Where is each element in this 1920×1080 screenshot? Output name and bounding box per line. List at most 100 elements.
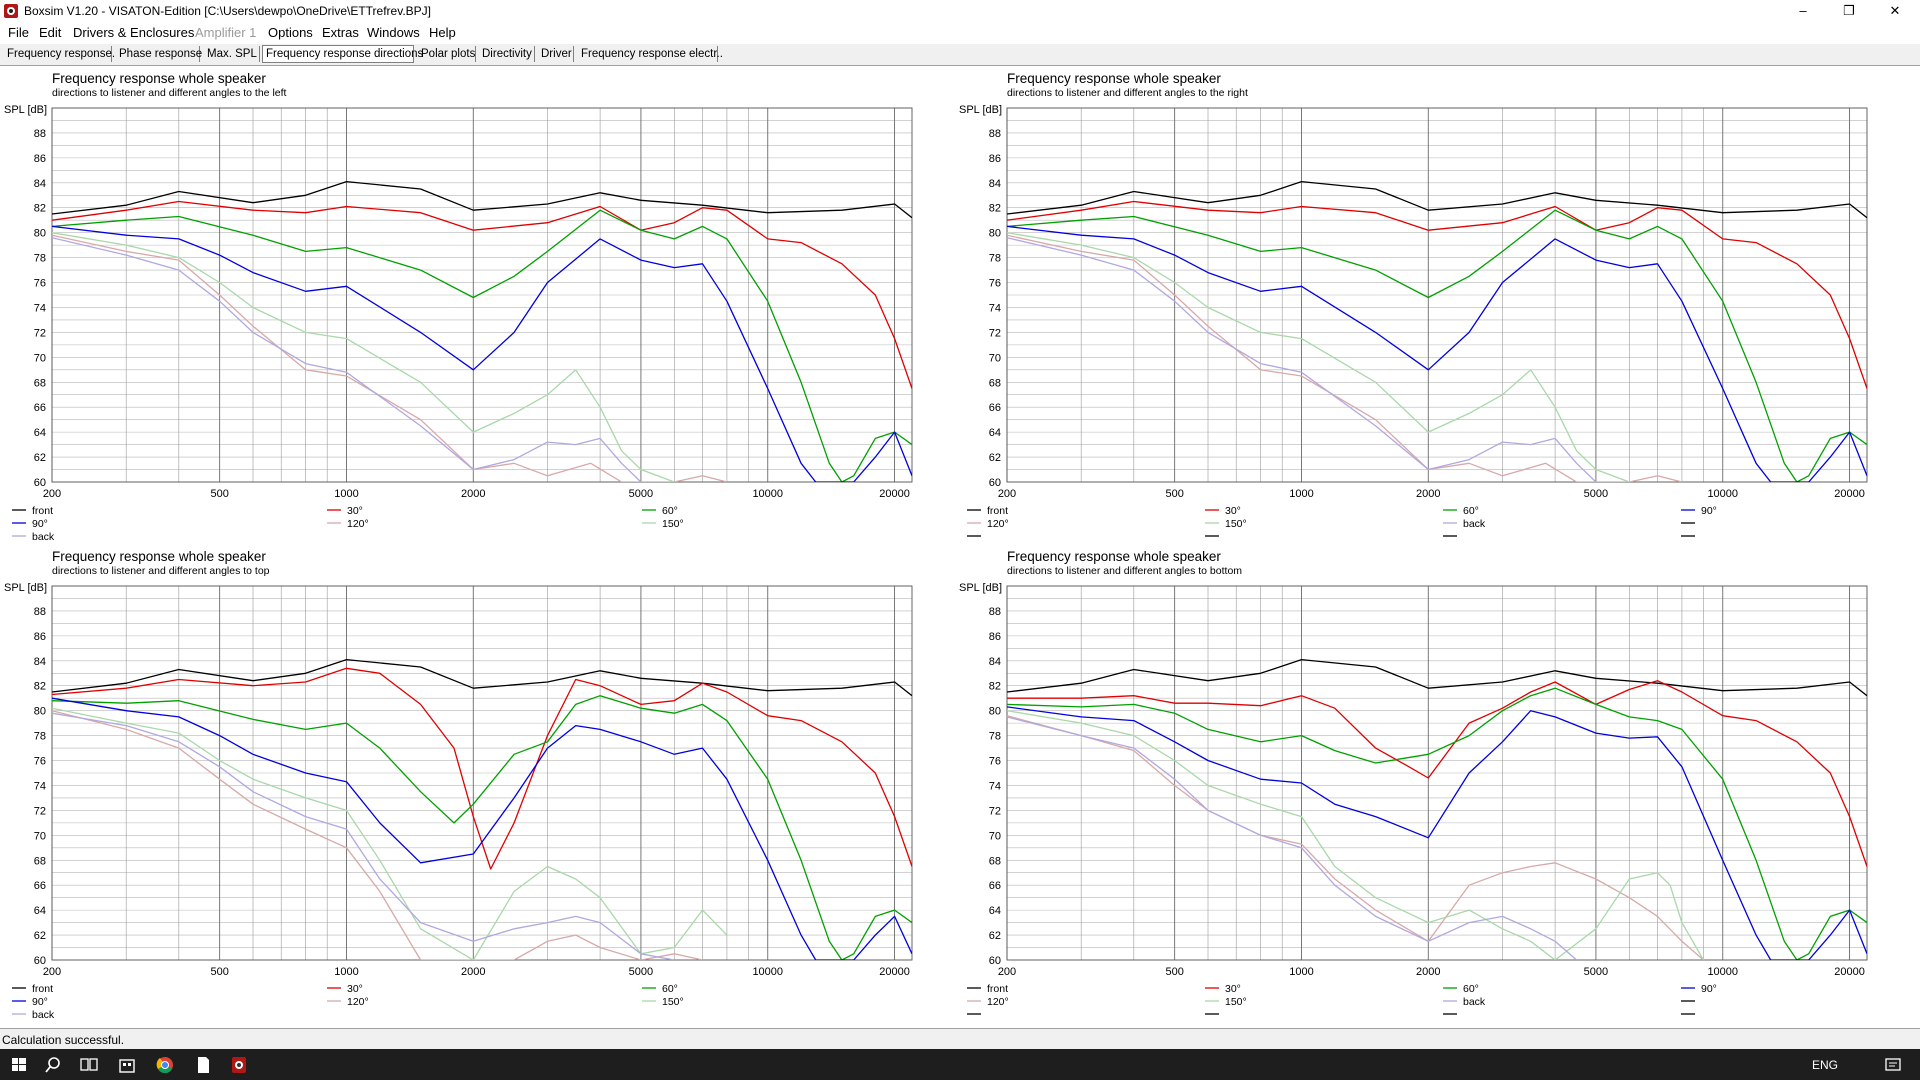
series-line-90deg	[52, 697, 912, 960]
y-tick-label: 68	[989, 855, 1001, 867]
legend-label: 60°	[1463, 505, 1479, 517]
x-tick-label: 2000	[461, 488, 485, 500]
close-button[interactable]: ✕	[1872, 0, 1918, 22]
y-tick-label: 74	[34, 780, 46, 792]
series-group	[52, 180, 912, 482]
boxsim-app-icon	[4, 4, 18, 18]
tab-frequency-response-directions[interactable]: Frequency response directions	[262, 45, 423, 63]
y-tick-label: 78	[34, 253, 46, 265]
chart-panel-1: Frequency response whole speakerdirectio…	[959, 71, 1868, 537]
chart-subtitle: directions to listener and different ang…	[52, 565, 270, 577]
y-tick-label: 72	[34, 805, 46, 817]
task-view-icon[interactable]	[76, 1053, 102, 1077]
boxsim-taskbar-icon[interactable]	[226, 1053, 252, 1077]
x-tick-label: 200	[998, 488, 1016, 500]
legend-label: 30°	[347, 983, 363, 995]
language-indicator[interactable]: ENG	[1812, 1058, 1838, 1072]
file-icon[interactable]	[190, 1053, 216, 1077]
y-tick-label: 80	[989, 706, 1001, 718]
tab-max-spl[interactable]: Max. SPL	[204, 46, 260, 62]
menu-help[interactable]: Help	[429, 25, 456, 40]
x-tick-label: 20000	[1834, 488, 1865, 500]
y-tick-label: 78	[34, 731, 46, 743]
legend-label: back	[1463, 996, 1486, 1008]
menu-edit[interactable]: Edit	[39, 25, 61, 40]
series-line-back	[1007, 716, 1578, 960]
y-tick-label: 80	[989, 228, 1001, 240]
legend-label: 30°	[1225, 983, 1241, 995]
series-line-90deg	[1007, 225, 1867, 482]
menu-extras[interactable]: Extras	[322, 25, 359, 40]
windows-start-icon[interactable]	[6, 1053, 32, 1077]
chart-panel-2: Frequency response whole speakerdirectio…	[4, 549, 913, 1021]
y-tick-label: 62	[34, 452, 46, 464]
y-tick-label: 88	[989, 606, 1001, 618]
y-tick-label: 76	[989, 278, 1001, 290]
search-icon[interactable]	[40, 1053, 66, 1077]
chrome-icon[interactable]	[152, 1053, 178, 1077]
menu-options[interactable]: Options	[268, 25, 313, 40]
legend-label: back	[32, 531, 55, 543]
restore-button[interactable]: ❐	[1826, 0, 1872, 22]
y-tick-label: 82	[989, 203, 1001, 215]
y-tick-label: 64	[989, 427, 1001, 439]
y-tick-label: 74	[989, 302, 1001, 314]
x-tick-label: 200	[43, 966, 61, 978]
y-tick-label: 86	[989, 153, 1001, 165]
y-tick-label: 72	[989, 805, 1001, 817]
series-line-60deg	[1007, 209, 1867, 482]
store-icon[interactable]	[114, 1053, 140, 1077]
legend-label: front	[987, 983, 1008, 995]
x-tick-label: 2000	[461, 966, 485, 978]
y-tick-label: 70	[989, 352, 1001, 364]
series-line-120deg	[1007, 234, 1683, 482]
x-tick-label: 5000	[1584, 966, 1608, 978]
y-tick-label: 86	[989, 631, 1001, 643]
tab-driver[interactable]: Driver	[538, 46, 574, 62]
tab-polar-plots[interactable]: Polar plots	[418, 46, 476, 62]
charts-panel: Frequency response whole speaker directio…	[0, 66, 1920, 1026]
y-tick-label: 82	[34, 203, 46, 215]
y-tick-label: 82	[34, 681, 46, 693]
tab-directivity[interactable]: Directivity	[479, 46, 535, 62]
chart-subtitle: directions to listener and different ang…	[1007, 87, 1248, 99]
x-tick-label: 1000	[334, 966, 358, 978]
series-line-front	[1007, 658, 1867, 697]
x-tick-label: 1000	[1289, 966, 1313, 978]
y-tick-label: 66	[34, 402, 46, 414]
chart-title: Frequency response whole speaker	[52, 71, 266, 86]
legend-label: 30°	[1225, 505, 1241, 517]
notifications-icon[interactable]	[1880, 1053, 1906, 1077]
minimize-button[interactable]: –	[1780, 0, 1826, 22]
menu-file[interactable]: File	[8, 25, 29, 40]
series-line-front	[52, 658, 912, 697]
x-tick-label: 10000	[752, 966, 783, 978]
menu-drivers-enclosures[interactable]: Drivers & Enclosures	[73, 25, 194, 40]
y-tick-label: 76	[989, 756, 1001, 768]
y-tick-label: 70	[34, 352, 46, 364]
menu-amplifier[interactable]: Amplifier 1	[195, 25, 256, 40]
x-tick-label: 10000	[752, 488, 783, 500]
chart-title: Frequency response whole speaker	[1007, 549, 1221, 564]
series-line-60deg	[52, 209, 912, 482]
y-tick-label: 72	[989, 327, 1001, 339]
charts-canvas: Frequency response whole speaker directio…	[4, 71, 1868, 1021]
y-axis-label: SPL [dB]	[959, 104, 1002, 116]
y-tick-label: 86	[34, 153, 46, 165]
series-line-front	[1007, 180, 1867, 219]
menu-windows[interactable]: Windows	[367, 25, 420, 40]
y-tick-label: 64	[34, 905, 46, 917]
status-text: Calculation successful.	[2, 1033, 125, 1047]
tab-frequency-response[interactable]: Frequency response.	[4, 46, 115, 62]
y-tick-label: 78	[989, 731, 1001, 743]
legend-label: 90°	[1701, 983, 1717, 995]
legend-label: 120°	[347, 518, 369, 530]
y-tick-label: 84	[989, 178, 1001, 190]
x-tick-label: 200	[998, 966, 1016, 978]
legend-label: 60°	[662, 505, 678, 517]
chart-panel-0: Frequency response whole speakerdirectio…	[4, 71, 913, 543]
x-tick-label: 5000	[629, 488, 653, 500]
legend-label: 60°	[662, 983, 678, 995]
tab-phase-response[interactable]: Phase response	[116, 46, 202, 62]
tab-frequency-response-electr[interactable]: Frequency response electr..	[578, 46, 723, 62]
